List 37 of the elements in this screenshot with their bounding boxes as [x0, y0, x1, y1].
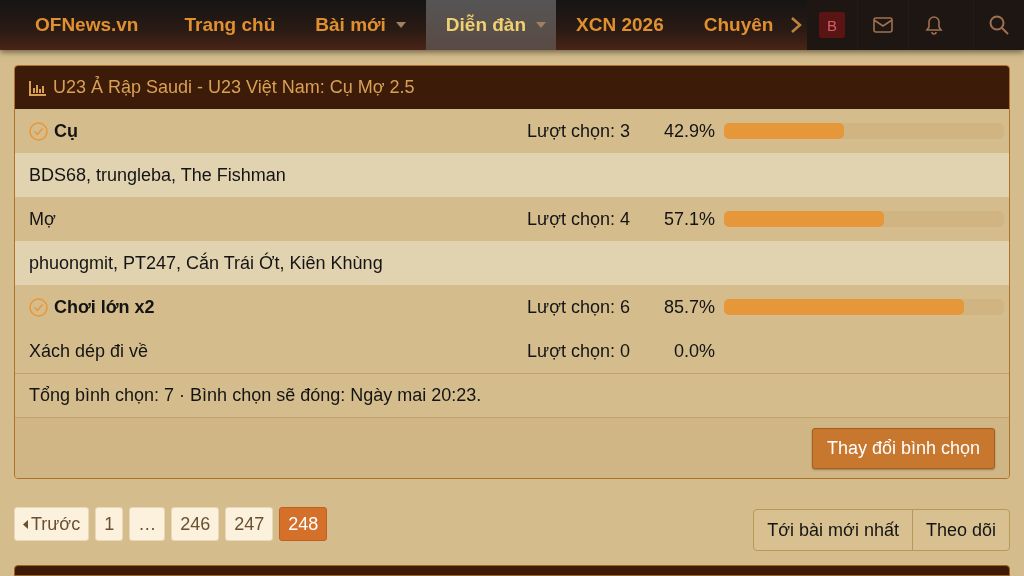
page-link[interactable]: 247	[225, 507, 274, 541]
vote-percent: 0.0%	[672, 340, 715, 362]
page-link[interactable]: …	[129, 507, 166, 541]
page-link[interactable]: 248	[279, 507, 328, 541]
vote-percent: 85.7%	[662, 296, 715, 318]
option-label: Chơi lớn x2	[54, 296, 155, 318]
vote-count: Lượt chọn: 6	[526, 296, 630, 318]
vote-count: Lượt chọn: 3	[526, 120, 630, 142]
nav-tab[interactable]: Bài mới	[295, 0, 426, 50]
vote-percent: 57.1%	[662, 208, 715, 230]
voter-list: phuongmit, PT247, Cắn Trái Ớt, Kiên Khùng	[29, 252, 383, 274]
nav-tab[interactable]: Diễn đàn	[425, 0, 557, 50]
vote-count: Lượt chọn: 4	[526, 208, 630, 230]
nav-tab[interactable]: XCN 2026	[556, 0, 684, 50]
poll-title: U23 Ả Rập Saudi - U23 Việt Nam: Cụ Mợ 2.5	[53, 77, 415, 98]
option-label: Mợ	[29, 208, 56, 230]
nav-tab[interactable]: Chuyên	[683, 0, 794, 50]
action-button[interactable]: Theo dõi	[911, 510, 1009, 550]
bar-chart-icon	[29, 79, 47, 96]
previous-page-link[interactable]: Trước	[14, 507, 90, 541]
vote-count: Lượt chọn: 0	[526, 340, 630, 362]
action-button[interactable]: Tới bài mới nhất	[754, 510, 912, 550]
site-logo[interactable]: OFNews.vn	[0, 0, 165, 50]
nav-tab[interactable]: Trang chủ	[164, 0, 296, 50]
option-label: Cụ	[54, 120, 78, 142]
page-link[interactable]: 246	[171, 507, 220, 541]
chevron-right-icon[interactable]	[790, 16, 802, 34]
caret-left-icon	[23, 519, 28, 529]
change-vote-button[interactable]: Thay đổi bình chọn	[811, 427, 995, 469]
search-icon[interactable]	[989, 15, 1009, 35]
voter-list: BDS68, trungleba, The Fishman	[29, 164, 286, 186]
bell-icon[interactable]	[925, 15, 943, 35]
user-avatar[interactable]: B	[819, 12, 845, 38]
vote-percent: 42.9%	[662, 120, 715, 142]
page-link[interactable]: 1	[95, 507, 124, 541]
option-label: Xách dép đi về	[29, 340, 149, 362]
mail-icon[interactable]	[873, 17, 893, 33]
